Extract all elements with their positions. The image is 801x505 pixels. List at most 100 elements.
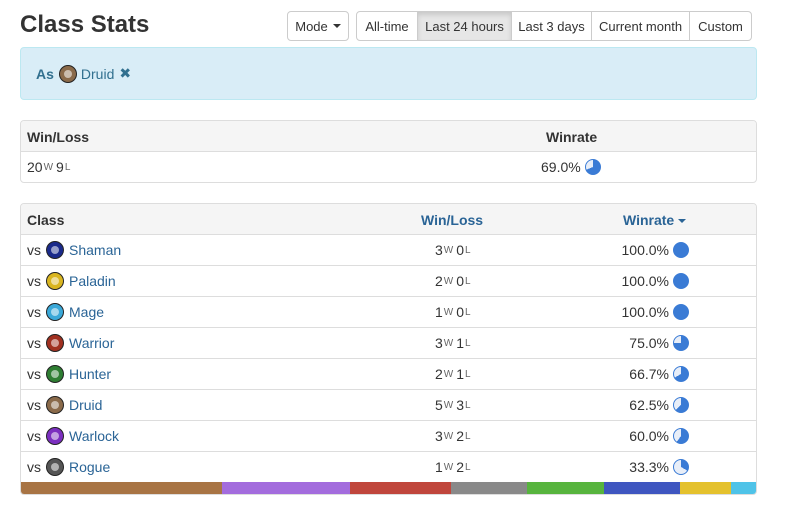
winrate-cell: 100.0% [622,297,689,327]
winrate-pie-icon [673,273,689,289]
class-link[interactable]: Rogue [69,459,110,475]
distribution-segment [222,482,351,494]
loss-suffix: L [465,275,471,287]
winrate-pie-icon [673,304,689,320]
hunter-class-icon [46,365,64,383]
table-row: vs Hunter 2 W 1 L 66.7% [21,359,756,390]
win-suffix: W [443,399,454,411]
win-suffix: W [443,430,454,442]
summary-wins: 20 [27,159,43,175]
class-link[interactable]: Mage [69,304,104,320]
winrate: 100.0% [621,304,669,320]
page-title: Class Stats [20,11,150,38]
rogue-class-icon [46,458,64,476]
table-row: vs Druid 5 W 3 L 62.5% [21,390,756,421]
chevron-down-icon [332,24,341,28]
class-distribution-bar [21,482,756,494]
loss-suffix: L [465,430,471,442]
summary-winrate: 69.0% [541,159,581,175]
winrate-cell: 100.0% [622,235,689,265]
classes-panel: Class Win/Loss Winrate vs Shaman 3 W 0 L 100.0… [20,203,757,495]
winloss-cell: 5W3L [435,390,474,420]
class-cell: vs Shaman [27,235,121,265]
winrate: 100.0% [621,273,669,289]
wins: 2 [435,273,443,289]
druid-class-icon [58,64,77,83]
winloss-cell: 1W2L [435,452,474,482]
win-suffix: W [443,461,454,473]
class-link[interactable]: Paladin [69,273,116,289]
distribution-segment [21,482,223,494]
winrate-cell: 66.7% [629,359,689,389]
class-link[interactable]: Hunter [69,366,111,382]
summary-winloss-cell: 20 W 9L [27,152,73,182]
filter-box: As Druid ✖ [20,47,757,100]
distribution-segment [450,482,528,494]
vs-label: vs [27,304,41,320]
vs-label: vs [27,366,41,382]
vs-label: vs [27,335,41,351]
class-cell: vs Paladin [27,266,116,296]
time-range-group: All-time Last 24 hours Last 3 days Current … [356,11,752,41]
table-row: vs Warlock 3 W 2 L 60.0% [21,421,756,452]
win-suffix: W [443,368,454,380]
winloss-cell: 1W0L [435,297,474,327]
winloss-cell: 2W0L [435,266,474,296]
table-row: vs Rogue 1 W 2 L 33.3% [21,452,756,483]
winloss-sort-header[interactable]: Win/Loss [421,212,483,228]
winrate: 66.7% [629,366,669,382]
winrate-header-label: Winrate [623,212,675,228]
winloss-cell: 2W1L [435,359,474,389]
mage-class-icon [46,303,64,321]
loss-suffix: L [465,306,471,318]
wins: 3 [435,428,443,444]
loss-suffix: L [465,368,471,380]
winrate: 62.5% [629,397,669,413]
losses: 3 [456,397,465,413]
class-column-header: Class [27,212,65,228]
winrate: 75.0% [629,335,669,351]
time-range-custom-button[interactable]: Custom [689,11,752,41]
class-link[interactable]: Shaman [69,242,121,258]
close-icon[interactable]: ✖ [119,65,131,82]
distribution-segment [730,482,756,494]
winrate-pie-icon [673,397,689,413]
class-cell: vs Mage [27,297,104,327]
losses: 1 [456,335,465,351]
warrior-class-icon [46,334,64,352]
distribution-segment [350,482,451,494]
time-range-last-24-hours-button[interactable]: Last 24 hours [417,11,512,41]
winloss-cell: 3W0L [435,235,474,265]
summary-losses: 9 [56,159,64,175]
mode-label: Mode [295,18,328,34]
class-cell: vs Rogue [27,452,110,482]
mode-dropdown-button[interactable]: Mode [287,11,349,41]
winloss-cell: 3W2L [435,421,474,451]
winrate-sort-header[interactable]: Winrate [623,212,687,228]
class-link[interactable]: Warrior [69,335,114,351]
loss-suffix: L [465,337,471,349]
winrate: 33.3% [629,459,669,475]
wins: 3 [435,242,443,258]
time-range-all-time-button[interactable]: All-time [356,11,418,41]
distribution-segment [680,482,731,494]
time-range-last-3-days-button[interactable]: Last 3 days [511,11,592,41]
winloss-cell: 3W1L [435,328,474,358]
winrate-pie-icon [673,366,689,382]
win-suffix: W [443,337,454,349]
summary-winrate-cell: 69.0% [541,152,601,182]
winrate-cell: 60.0% [629,421,689,451]
paladin-class-icon [46,272,64,290]
sort-desc-icon [678,219,687,224]
shaman-class-icon [46,241,64,259]
classes-header: Class Win/Loss Winrate [21,204,756,235]
losses: 0 [456,273,465,289]
vs-label: vs [27,459,41,475]
class-link[interactable]: Druid [69,397,102,413]
warlock-class-icon [46,427,64,445]
class-rows: vs Shaman 3 W 0 L 100.0% vs Paladin 2 W 0 L 100.0% vs M… [21,235,756,483]
class-link[interactable]: Warlock [69,428,119,444]
summary-winloss-header: Win/Loss [27,129,90,145]
losses: 2 [456,428,465,444]
time-range-current-month-button[interactable]: Current month [591,11,690,41]
